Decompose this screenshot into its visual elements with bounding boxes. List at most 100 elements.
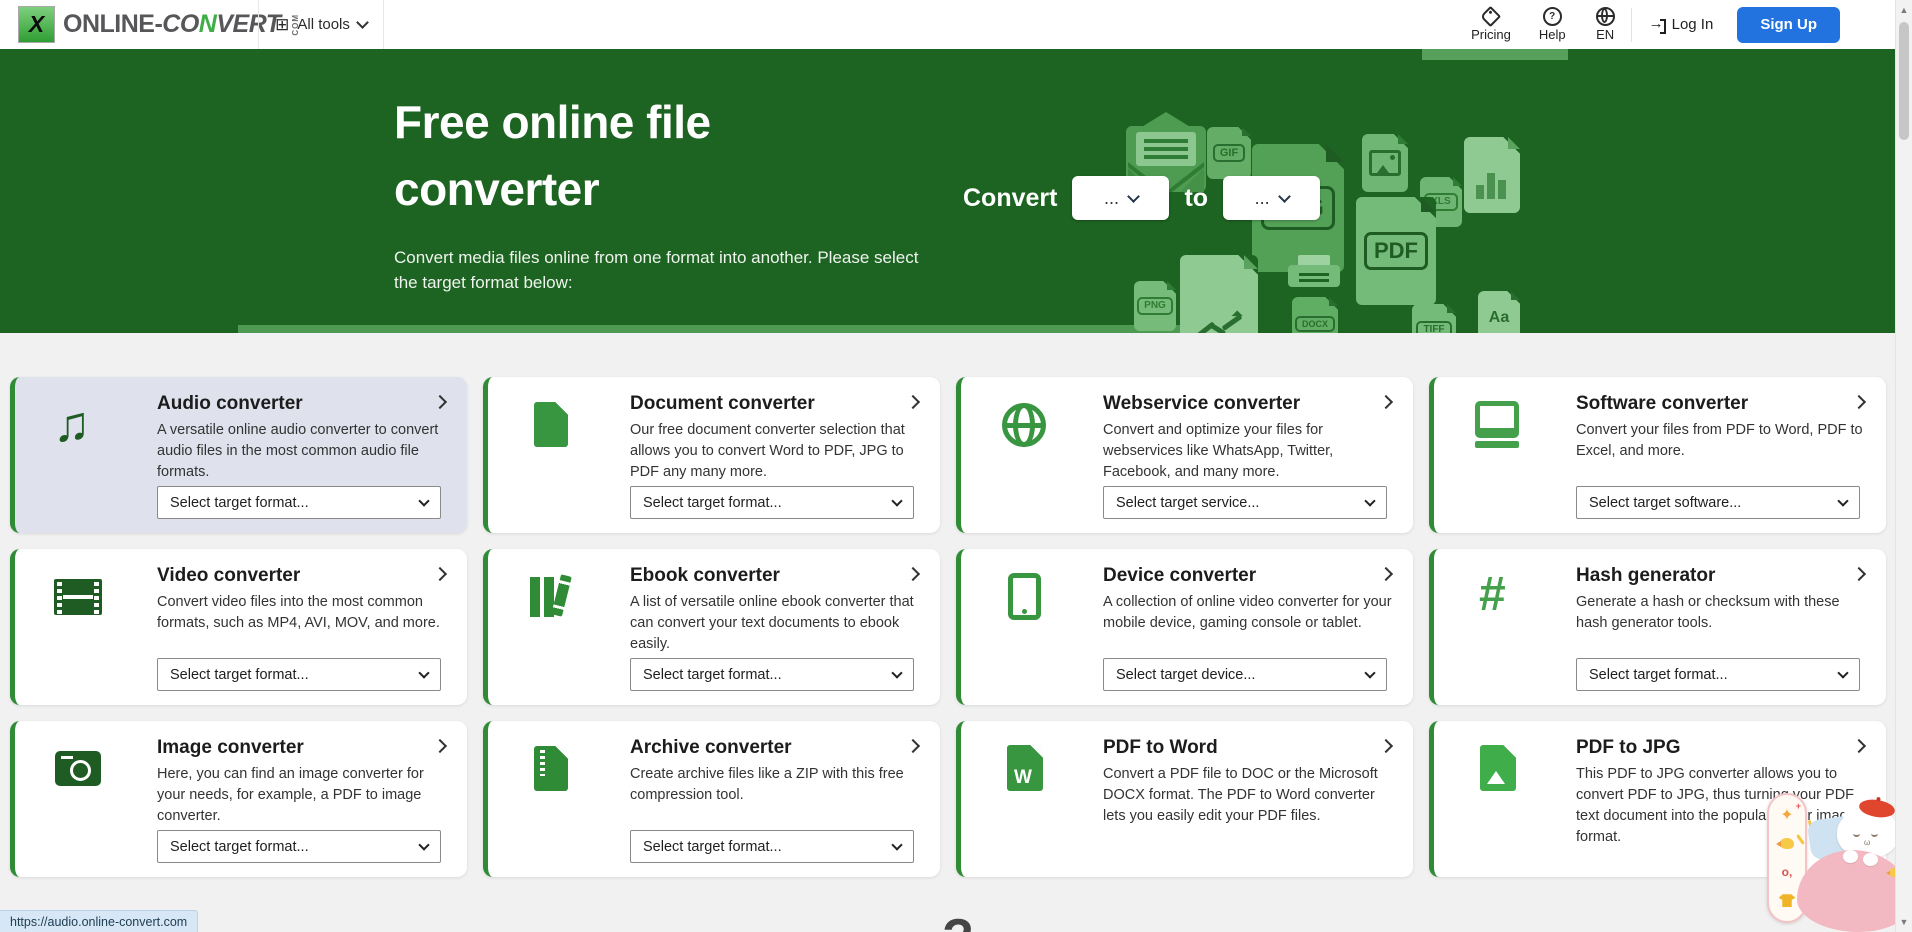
card-pdf-to-word[interactable]: PDF to Word Convert a PDF file to DOC or… xyxy=(956,721,1413,877)
card-title: Audio converter xyxy=(157,393,303,415)
shirt-sticker-icon[interactable] xyxy=(1778,892,1796,910)
target-select[interactable]: Select target software... xyxy=(1576,486,1860,519)
card-webservice-converter[interactable]: Webservice converter Convert and optimiz… xyxy=(956,377,1413,533)
card-document-converter[interactable]: Document converter Our free document con… xyxy=(483,377,940,533)
quick-convert-bar: Convert ... to ... xyxy=(963,176,1320,220)
card-description: Convert video files into the most common… xyxy=(157,592,449,634)
card-title: PDF to JPG xyxy=(1576,737,1681,759)
pdf-jpg-icon xyxy=(1466,741,1528,797)
chevron-right-icon xyxy=(433,739,447,753)
zip-icon xyxy=(520,741,582,797)
chart-file-icon xyxy=(1464,137,1520,213)
card-hash-generator[interactable]: Hash generator Generate a hash or checks… xyxy=(1429,549,1886,705)
chevron-down-icon xyxy=(1127,190,1140,203)
globe-icon xyxy=(993,397,1055,453)
card-title: Hash generator xyxy=(1576,565,1715,587)
card-title: Document converter xyxy=(630,393,815,415)
target-select[interactable]: Select target format... xyxy=(630,486,914,519)
card-title: Archive converter xyxy=(630,737,792,759)
converter-grid: Audio converter A versatile online audio… xyxy=(10,377,1886,877)
chevron-down-icon xyxy=(891,839,902,850)
chevron-down-icon xyxy=(1278,190,1291,203)
chevron-right-icon xyxy=(1852,395,1866,409)
card-title: Device converter xyxy=(1103,565,1256,587)
card-image-converter[interactable]: Image converter Here, you can find an im… xyxy=(10,721,467,877)
gif-file-icon: GIF xyxy=(1207,127,1251,179)
chevron-down-icon xyxy=(1837,667,1848,678)
login-arrow-icon xyxy=(1650,18,1666,32)
status-url-bubble: https://audio.online-convert.com xyxy=(0,910,198,932)
music-note-icon xyxy=(47,397,109,453)
target-select[interactable]: Select target format... xyxy=(157,486,441,519)
target-select[interactable]: Select target device... xyxy=(1103,658,1387,691)
chevron-down-icon xyxy=(1837,495,1848,506)
linechart-file-icon xyxy=(1180,255,1258,333)
target-select[interactable]: Select target format... xyxy=(157,830,441,863)
language-selector[interactable]: EN xyxy=(1596,8,1615,42)
printer-icon xyxy=(1288,255,1340,295)
card-ebook-converter[interactable]: Ebook converter A list of versatile onli… xyxy=(483,549,940,705)
pricing-link[interactable]: Pricing xyxy=(1471,8,1511,42)
chevron-right-icon xyxy=(906,739,920,753)
film-icon xyxy=(47,569,109,625)
card-description: Our free document converter selection th… xyxy=(630,420,922,483)
card-description: Convert your files from PDF to Word, PDF… xyxy=(1576,420,1868,462)
duck-sticker-icon[interactable] xyxy=(1778,835,1796,853)
logo-figure-icon: X xyxy=(18,6,55,43)
target-select[interactable]: Select target format... xyxy=(630,830,914,863)
help-link[interactable]: ? Help xyxy=(1539,8,1566,42)
tablet-icon xyxy=(993,569,1055,625)
card-audio-converter[interactable]: Audio converter A versatile online audio… xyxy=(10,377,467,533)
font-file-icon: Aa xyxy=(1478,291,1520,333)
grid-icon: ⊞ xyxy=(275,16,289,33)
scrollbar-thumb[interactable] xyxy=(1899,22,1909,140)
card-description: A list of versatile online ebook convert… xyxy=(630,592,922,655)
hero-accent-strip xyxy=(238,325,1213,333)
card-archive-converter[interactable]: Archive converter Create archive files l… xyxy=(483,721,940,877)
globe-icon xyxy=(1596,7,1615,26)
scroll-up-icon[interactable]: ▲ xyxy=(1896,5,1912,15)
signup-button[interactable]: Sign Up xyxy=(1737,7,1840,43)
pdf-word-icon xyxy=(993,741,1055,797)
price-tag-icon xyxy=(1480,5,1501,26)
target-select[interactable]: Select target service... xyxy=(1103,486,1387,519)
chevron-down-icon xyxy=(418,667,429,678)
next-section-peek: ? xyxy=(938,908,978,932)
chevron-down-icon xyxy=(1364,667,1375,678)
card-description: A collection of online video converter f… xyxy=(1103,592,1395,634)
card-description: A versatile online audio converter to co… xyxy=(157,420,449,483)
card-device-converter[interactable]: Device converter A collection of online … xyxy=(956,549,1413,705)
help-icon: ? xyxy=(1543,7,1562,26)
sparkle-sticker-icon[interactable]: ✦ xyxy=(1778,806,1796,824)
target-select[interactable]: Select target format... xyxy=(157,658,441,691)
card-description: Create archive files like a ZIP with thi… xyxy=(630,764,922,806)
card-title: PDF to Word xyxy=(1103,737,1218,759)
card-software-converter[interactable]: Software converter Convert your files fr… xyxy=(1429,377,1886,533)
target-format-select[interactable]: ... xyxy=(1223,176,1320,220)
chevron-down-icon xyxy=(356,16,369,29)
target-select[interactable]: Select target format... xyxy=(1576,658,1860,691)
all-tools-menu[interactable]: ⊞ All tools xyxy=(258,0,384,49)
navbar-right: Pricing ? Help EN Log In Sign Up xyxy=(1471,0,1840,49)
image-file-icon xyxy=(1362,134,1408,192)
card-description: Convert and optimize your files for webs… xyxy=(1103,420,1395,483)
quote-sticker-icon[interactable]: o, xyxy=(1778,863,1796,881)
chevron-right-icon xyxy=(1379,395,1393,409)
scrollbar[interactable]: ▲ ▼ xyxy=(1895,0,1912,932)
card-video-converter[interactable]: Video converter Convert video files into… xyxy=(10,549,467,705)
chevron-right-icon xyxy=(433,567,447,581)
logo-text: ONLINE-CONVERT xyxy=(63,10,281,39)
login-button[interactable]: Log In xyxy=(1650,16,1714,33)
chevron-right-icon xyxy=(1852,739,1866,753)
target-select[interactable]: Select target format... xyxy=(630,658,914,691)
source-format-select[interactable]: ... xyxy=(1072,176,1169,220)
camera-icon xyxy=(47,741,109,797)
hash-icon xyxy=(1466,569,1528,625)
scroll-down-icon[interactable]: ▼ xyxy=(1896,917,1912,927)
page-title: Free online file converter xyxy=(394,89,824,223)
card-description: Here, you can find an image converter fo… xyxy=(157,764,449,827)
card-title: Video converter xyxy=(157,565,300,587)
card-title: Image converter xyxy=(157,737,304,759)
png-file-icon: PNG xyxy=(1134,281,1176,331)
card-title: Ebook converter xyxy=(630,565,780,587)
